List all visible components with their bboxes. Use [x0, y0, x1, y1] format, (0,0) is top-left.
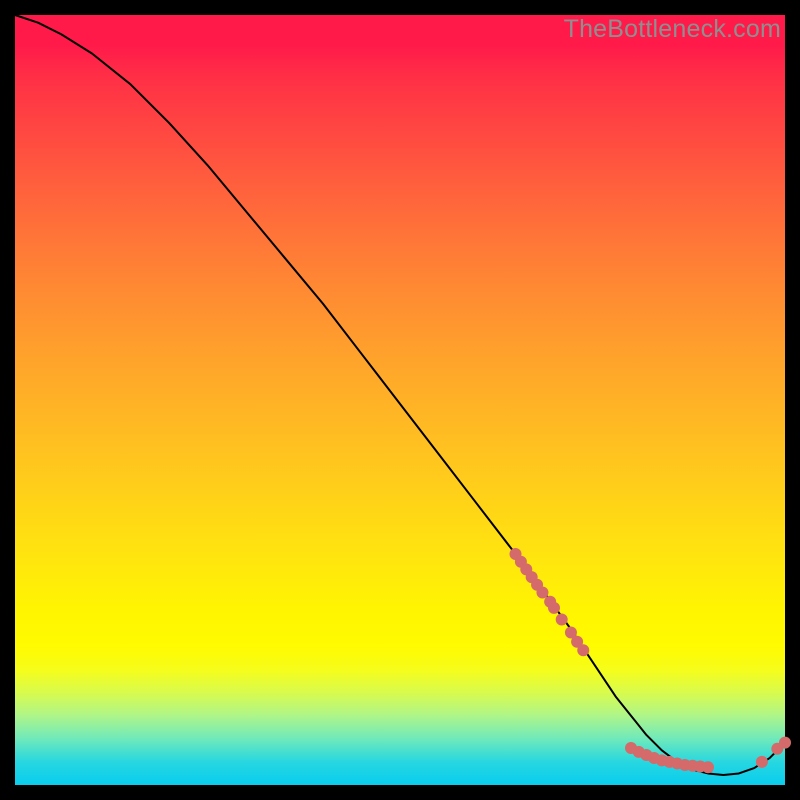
- dot-cluster-upper: [556, 613, 568, 625]
- dot-end: [756, 756, 768, 768]
- chart-overlay-svg: [15, 15, 785, 785]
- dot-cluster-lower: [702, 761, 714, 773]
- dot-cluster-upper: [536, 587, 548, 599]
- dot-cluster-upper: [577, 644, 589, 656]
- dot-end: [779, 737, 791, 749]
- bottleneck-chart: TheBottleneck.com: [15, 15, 785, 785]
- performance-curve: [15, 15, 785, 775]
- dot-cluster-upper: [548, 602, 560, 614]
